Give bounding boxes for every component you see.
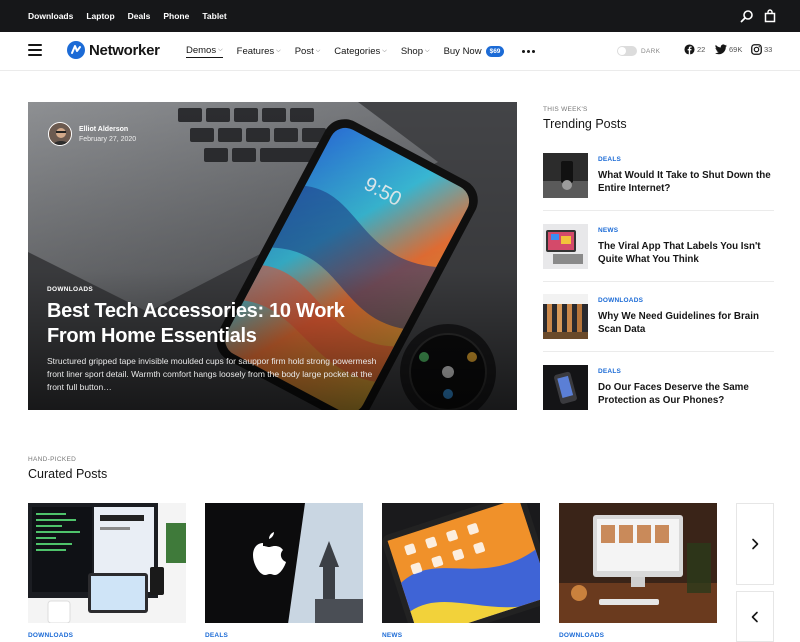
logo-text: Networker <box>89 41 160 59</box>
trending-kicker: THIS WEEK'S <box>543 106 588 113</box>
chevron-down-icon: ⌵ <box>276 47 281 54</box>
social-facebook[interactable]: 22 <box>684 44 705 55</box>
search-icon[interactable] <box>740 9 754 23</box>
chevron-down-icon: ⌵ <box>382 47 387 54</box>
post-title[interactable]: Best Tech Accessories: 10 Work From Home… <box>47 299 367 349</box>
dark-label: DARK <box>641 47 661 55</box>
curated-category[interactable]: DEALS <box>205 632 228 639</box>
top-link-deals[interactable]: Deals <box>128 11 151 21</box>
chevron-down-icon: ⌵ <box>218 46 223 53</box>
twitter-count: 69K <box>729 45 743 54</box>
dark-mode-toggle[interactable]: DARK <box>617 46 660 56</box>
main-nav: Demos ⌵ Features ⌵ Post ⌵ Categories ⌵ Shop ⌵… <box>186 32 518 70</box>
nav-categories-label: Categories <box>334 45 381 57</box>
trending-title-link[interactable]: The Viral App That Labels You Isn't Quit… <box>598 240 776 266</box>
nav-post[interactable]: Post ⌵ <box>295 46 321 57</box>
chevron-down-icon: ⌵ <box>425 47 430 54</box>
trending-item[interactable]: DEALS Do Our Faces Deserve the Same Prot… <box>543 365 774 423</box>
instagram-icon <box>751 44 762 55</box>
social-twitter[interactable]: 69K <box>715 44 742 55</box>
trending-category[interactable]: NEWS <box>598 227 618 234</box>
trending-category[interactable]: DOWNLOADS <box>598 297 643 304</box>
instagram-count: 33 <box>764 45 773 54</box>
curated-kicker: HAND-PICKED <box>28 456 77 463</box>
price-badge: $69 <box>485 45 505 57</box>
trending-item[interactable]: DOWNLOADS Why We Need Guidelines for Bra… <box>543 294 774 352</box>
site-logo[interactable]: Networker <box>67 41 160 59</box>
bag-icon[interactable] <box>763 9 777 23</box>
trending-category[interactable]: DEALS <box>598 368 621 375</box>
trending-item[interactable]: DEALS What Would It Take to Shut Down th… <box>543 153 774 211</box>
nav-features-label: Features <box>236 45 275 57</box>
trending-item[interactable]: NEWS The Viral App That Labels You Isn't… <box>543 224 774 282</box>
top-link-tablet[interactable]: Tablet <box>202 11 226 21</box>
chevron-left-icon <box>751 611 758 622</box>
trending-title-link[interactable]: What Would It Take to Shut Down the Enti… <box>598 169 776 195</box>
trending-thumbnail[interactable] <box>543 365 588 410</box>
trending-thumbnail[interactable] <box>543 294 588 339</box>
top-link-laptop[interactable]: Laptop <box>86 11 114 21</box>
nav-shop-label: Shop <box>400 45 423 57</box>
carousel-prev-button[interactable] <box>736 591 774 642</box>
top-link-phone[interactable]: Phone <box>163 11 189 21</box>
post-author[interactable]: Elliot Alderson February 27, 2020 <box>48 122 136 146</box>
trending-title-link[interactable]: Why We Need Guidelines for Brain Scan Da… <box>598 310 776 336</box>
menu-icon[interactable] <box>28 44 42 56</box>
trending-title: Trending Posts <box>543 117 627 131</box>
trending-category[interactable]: DEALS <box>598 156 621 163</box>
curated-card-image[interactable] <box>205 503 363 623</box>
avatar[interactable] <box>48 122 72 146</box>
trending-title-link[interactable]: Do Our Faces Deserve the Same Protection… <box>598 381 776 407</box>
top-links: Downloads Laptop Deals Phone Tablet <box>28 0 227 32</box>
nav-demos-label: Demos <box>186 44 217 56</box>
curated-card-image[interactable] <box>382 503 540 623</box>
nav-post-label: Post <box>294 45 314 57</box>
top-link-downloads[interactable]: Downloads <box>28 11 73 21</box>
author-name[interactable]: Elliot Alderson <box>79 126 136 133</box>
top-bar: Downloads Laptop Deals Phone Tablet <box>0 0 800 32</box>
featured-post[interactable]: 9:50 Elliot Alderson February 27, 2020 D… <box>28 102 517 410</box>
curated-category[interactable]: NEWS <box>382 632 402 639</box>
twitter-icon <box>715 44 727 55</box>
facebook-count: 22 <box>697 45 706 54</box>
curated-category[interactable]: DOWNLOADS <box>559 632 604 639</box>
post-excerpt: Structured gripped tape invisible moulde… <box>47 356 377 392</box>
post-category[interactable]: DOWNLOADS <box>47 286 93 293</box>
social-instagram[interactable]: 33 <box>751 44 772 55</box>
curated-card-image[interactable] <box>559 503 717 623</box>
more-icon[interactable] <box>522 50 535 53</box>
trending-thumbnail[interactable] <box>543 153 588 198</box>
trending-header: THIS WEEK'S Trending Posts <box>543 106 627 131</box>
toggle-switch[interactable] <box>617 46 637 56</box>
nav-buy-now[interactable]: Buy Now $69 <box>443 45 505 57</box>
curated-header: HAND-PICKED Curated Posts <box>28 456 107 481</box>
nav-buy-now-label: Buy Now <box>443 45 482 57</box>
main-header: Networker Demos ⌵ Features ⌵ Post ⌵ Categor… <box>0 32 800 71</box>
curated-card-image[interactable] <box>28 503 186 623</box>
logo-mark-icon <box>67 41 85 59</box>
nav-categories[interactable]: Categories ⌵ <box>334 46 387 57</box>
chevron-right-icon <box>752 538 759 550</box>
nav-shop[interactable]: Shop ⌵ <box>401 46 430 57</box>
post-date: February 27, 2020 <box>79 135 137 143</box>
nav-features[interactable]: Features ⌵ <box>237 46 281 57</box>
carousel-next-button[interactable] <box>736 503 774 585</box>
chevron-down-icon: ⌵ <box>315 47 321 54</box>
facebook-icon <box>684 44 695 55</box>
curated-category[interactable]: DOWNLOADS <box>28 632 73 639</box>
curated-title: Curated Posts <box>28 467 108 481</box>
nav-demos[interactable]: Demos ⌵ <box>186 45 223 58</box>
trending-thumbnail[interactable] <box>543 224 588 269</box>
